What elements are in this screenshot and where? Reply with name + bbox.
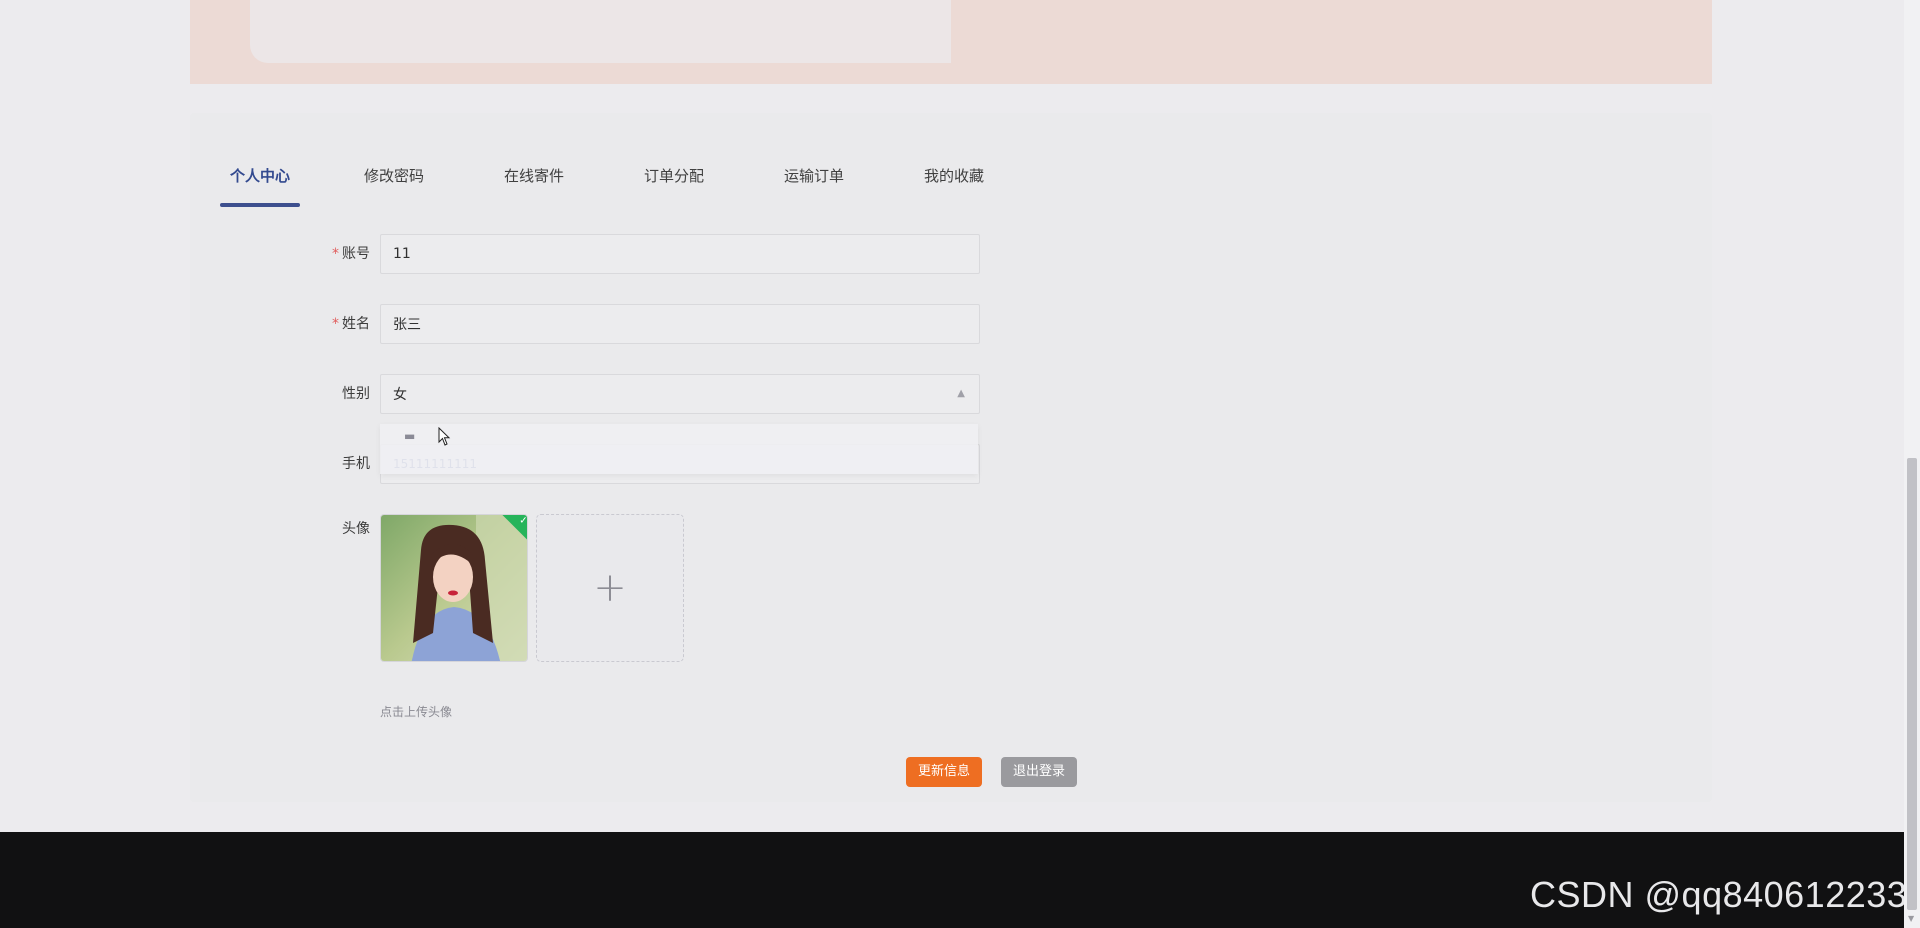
gender-dropdown-popup: ▬ [380,424,978,474]
mouse-cursor-icon [438,427,451,446]
dropdown-option-icon[interactable]: ▬ [404,429,415,443]
name-label: * 姓名 [332,316,370,332]
scroll-down-arrow-icon[interactable]: ▼ [1908,914,1914,923]
account-field-box [380,234,980,274]
required-mark: * [332,316,339,332]
avatar-thumbnail[interactable]: ✓ [380,514,528,662]
top-banner [190,0,1712,84]
logout-button[interactable]: 退出登录 [1001,757,1077,787]
update-info-button[interactable]: 更新信息 [906,757,982,787]
check-icon: ✓ [519,515,528,527]
gender-label: 性别 [342,386,370,402]
chevron-up-icon: ▲ [957,388,965,399]
watermark-text: CSDN @qq840612233 [1530,874,1908,915]
page-scrollbar[interactable]: ▼ [1904,0,1920,928]
account-label: * 账号 [332,246,370,262]
gender-select[interactable]: ▲ [380,374,980,414]
avatar-upload-tip: 点击上传头像 [380,705,453,719]
gender-select-value[interactable] [381,375,953,413]
avatar-upload-button[interactable]: + [536,514,684,662]
avatar-image [381,515,527,661]
banner-panel [250,0,951,63]
plus-icon: + [593,565,627,611]
scrollbar-thumb[interactable] [1907,458,1917,910]
required-mark: * [332,246,339,262]
profile-card: 个人中心 修改密码 在线寄件 订单分配 运输订单 我的收藏 *账号 *姓名 性别… [190,113,1712,802]
name-field-box [380,304,980,344]
name-input[interactable] [381,305,953,343]
account-input[interactable] [381,235,953,273]
form-area: *账号 *姓名 性别 ▲ 手机 ▬ 头像 [280,113,1000,802]
avatar-label: 头像 [342,521,370,537]
phone-label: 手机 [342,456,370,472]
